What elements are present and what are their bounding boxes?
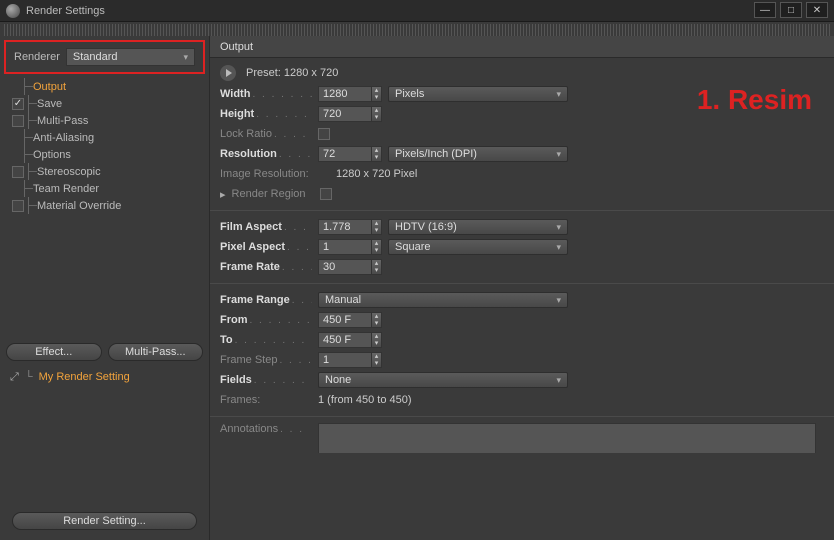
from-label: From xyxy=(220,314,248,326)
stereo-checkbox[interactable] xyxy=(12,166,24,178)
width-label: Width xyxy=(220,88,250,100)
framestep-input[interactable]: 1 xyxy=(318,352,382,368)
renderregion-label: Render Region xyxy=(232,188,306,200)
filmaspect-input[interactable]: 1.778 xyxy=(318,219,382,235)
framerange-label: Frame Range xyxy=(220,294,290,306)
tree-antialias[interactable]: Anti-Aliasing xyxy=(33,132,94,144)
framerange-select[interactable]: Manual xyxy=(318,292,568,308)
preset-icon[interactable] xyxy=(220,65,236,81)
to-label: To xyxy=(220,334,233,346)
height-label: Height xyxy=(220,108,254,120)
renderer-dropdown[interactable]: Standard xyxy=(66,48,195,66)
pixelaspect-select[interactable]: Square xyxy=(388,239,568,255)
imageres-label: Image Resolution: xyxy=(220,168,309,180)
tree-save[interactable]: Save xyxy=(37,98,62,110)
filmaspect-label: Film Aspect xyxy=(220,221,282,233)
tree-options[interactable]: Options xyxy=(33,149,71,161)
material-checkbox[interactable] xyxy=(12,200,24,212)
tree-stereo[interactable]: Stereoscopic xyxy=(37,166,101,178)
minimize-button[interactable]: — xyxy=(754,2,776,18)
height-input[interactable]: 720 xyxy=(318,106,382,122)
content-panel: Output Preset: 1280 x 720 Width. . . . .… xyxy=(210,36,834,540)
framerate-label: Frame Rate xyxy=(220,261,280,273)
pixelaspect-input[interactable]: 1 xyxy=(318,239,382,255)
tree-output[interactable]: Output xyxy=(33,81,66,93)
lockratio-checkbox[interactable] xyxy=(318,128,330,140)
panel-title: Output xyxy=(210,36,834,58)
to-input[interactable]: 450 F xyxy=(318,332,382,348)
tree-team[interactable]: Team Render xyxy=(33,183,99,195)
resolution-label: Resolution xyxy=(220,148,277,160)
expand-icon: ⤢ xyxy=(10,371,19,384)
lockratio-label: Lock Ratio xyxy=(220,128,272,140)
resolution-input[interactable]: 72 xyxy=(318,146,382,162)
tree-material[interactable]: Material Override xyxy=(37,200,121,212)
annotations-textarea[interactable] xyxy=(318,423,816,453)
multipass-checkbox[interactable] xyxy=(12,115,24,127)
frames-value: 1 (from 450 to 450) xyxy=(318,394,412,406)
maximize-button[interactable]: □ xyxy=(780,2,802,18)
settings-tree: Output Save Multi-Pass Anti-Aliasing Opt… xyxy=(0,76,209,220)
window-title: Render Settings xyxy=(26,5,105,17)
multipass-button[interactable]: Multi-Pass... xyxy=(108,343,204,361)
framestep-label: Frame Step xyxy=(220,354,277,366)
sidebar: Renderer Standard Output Save Multi-Pass… xyxy=(0,36,210,540)
close-button[interactable]: ✕ xyxy=(806,2,828,18)
renderregion-checkbox[interactable] xyxy=(320,188,332,200)
my-render-setting[interactable]: ⤢ └ My Render Setting xyxy=(0,365,209,390)
renderregion-toggle-icon[interactable]: ▸ xyxy=(220,188,226,201)
annotations-label: Annotations xyxy=(220,423,278,435)
width-unit-select[interactable]: Pixels xyxy=(388,86,568,102)
save-checkbox[interactable] xyxy=(12,98,24,110)
width-input[interactable]: 1280 xyxy=(318,86,382,102)
framerate-input[interactable]: 30 xyxy=(318,259,382,275)
renderer-label: Renderer xyxy=(14,51,60,63)
effect-button[interactable]: Effect... xyxy=(6,343,102,361)
fields-label: Fields xyxy=(220,374,252,386)
frames-label: Frames: xyxy=(220,394,260,406)
tree-multipass[interactable]: Multi-Pass xyxy=(37,115,88,127)
filmaspect-select[interactable]: HDTV (16:9) xyxy=(388,219,568,235)
resolution-unit-select[interactable]: Pixels/Inch (DPI) xyxy=(388,146,568,162)
render-setting-button[interactable]: Render Setting... xyxy=(12,512,197,530)
app-icon xyxy=(6,4,20,18)
pixelaspect-label: Pixel Aspect xyxy=(220,241,285,253)
from-input[interactable]: 450 F xyxy=(318,312,382,328)
titlebar: Render Settings — □ ✕ xyxy=(0,0,834,22)
fields-select[interactable]: None xyxy=(318,372,568,388)
dock-handle[interactable] xyxy=(4,24,830,36)
preset-label: Preset: 1280 x 720 xyxy=(246,67,338,79)
renderer-selector: Renderer Standard xyxy=(4,40,205,74)
imageres-value: 1280 x 720 Pixel xyxy=(336,168,417,180)
